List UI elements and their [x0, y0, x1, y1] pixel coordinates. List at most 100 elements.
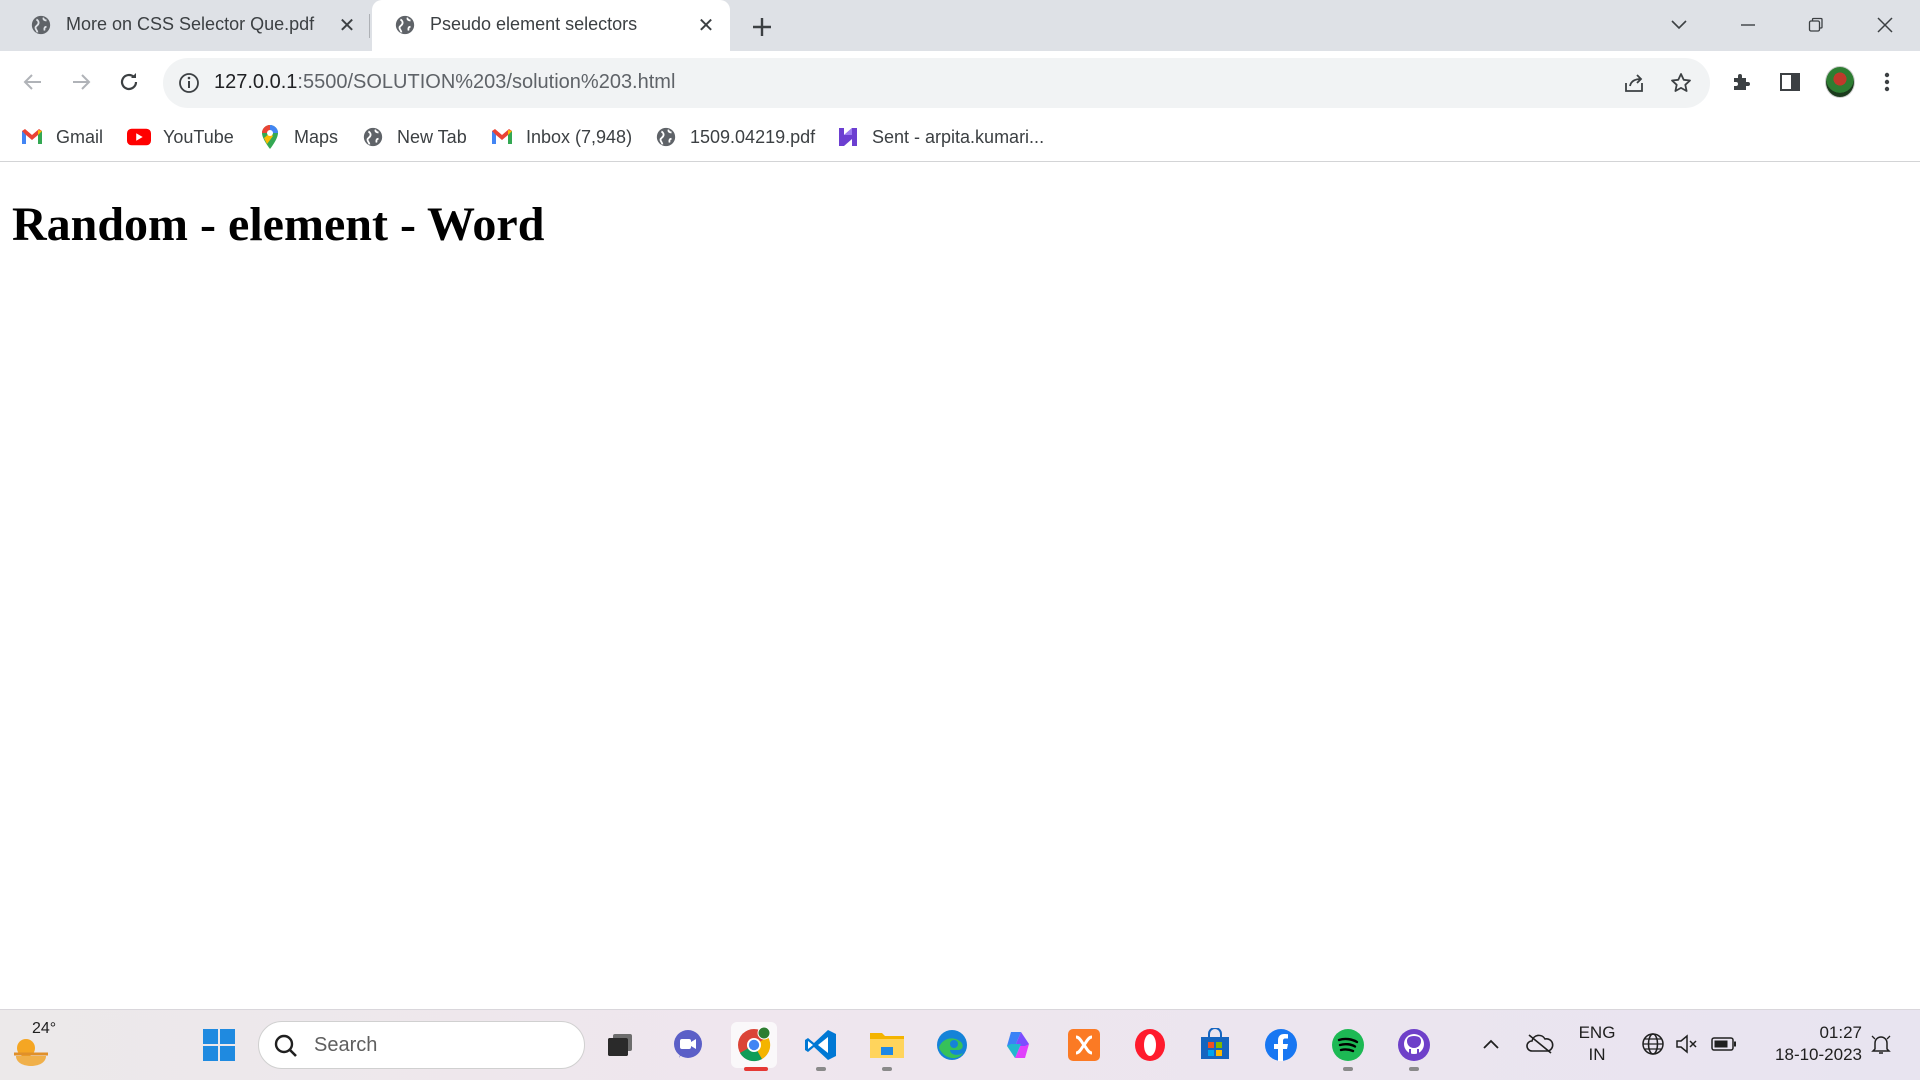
url-text[interactable]: 127.0.0.1:5500/SOLUTION%203/solution%203…: [214, 71, 675, 94]
arrow-left-icon: [23, 74, 41, 90]
bookmark-inbox[interactable]: Inbox (7,948): [490, 122, 632, 152]
task-view-button[interactable]: [597, 1022, 643, 1068]
star-icon: [1671, 73, 1691, 92]
language-code: ENG: [1578, 1023, 1616, 1042]
facebook-icon: [1265, 1029, 1297, 1061]
opera-icon: [1135, 1029, 1165, 1061]
taskbar-app-spotify[interactable]: [1325, 1022, 1371, 1071]
bookmark-label: Maps: [294, 126, 339, 147]
new-tab-button[interactable]: [748, 13, 776, 41]
bookmark-new-tab[interactable]: New Tab: [361, 122, 467, 152]
taskbar-app-meet[interactable]: [665, 1022, 711, 1068]
gmail-icon: [490, 125, 514, 149]
close-tab-icon[interactable]: ✕: [335, 13, 359, 37]
bookmark-gmail[interactable]: Gmail: [20, 122, 103, 152]
tab-strip: More on CSS Selector Que.pdf ✕ Pseudo el…: [0, 0, 1920, 51]
taskbar-app-opera[interactable]: [1127, 1022, 1173, 1068]
weather-widget[interactable]: 24°: [12, 1020, 62, 1070]
arrow-right-icon: [73, 74, 91, 90]
bookmark-label: Sent - arpita.kumari...: [872, 126, 1045, 147]
address-bar[interactable]: 127.0.0.1:5500/SOLUTION%203/solution%203…: [163, 58, 1710, 108]
bookmark-pdf[interactable]: 1509.04219.pdf: [654, 122, 815, 152]
taskbar-app-microsoft-store[interactable]: [1192, 1022, 1238, 1068]
weather-temp: 24°: [32, 1020, 57, 1037]
side-panel-button[interactable]: [1773, 65, 1807, 99]
close-tab-icon[interactable]: ✕: [694, 13, 718, 37]
share-button[interactable]: [1620, 69, 1648, 97]
vscode-icon: [805, 1030, 836, 1060]
chevron-up-icon: [1483, 1039, 1499, 1049]
cloud-offline-icon: [1526, 1034, 1554, 1054]
active-app-indicator: [744, 1067, 768, 1071]
weather-icon: [14, 1039, 48, 1066]
volume-tray[interactable]: [1672, 1026, 1702, 1062]
notification-bell-icon: [1871, 1035, 1891, 1054]
tab-pseudo-element-selectors[interactable]: Pseudo element selectors ✕: [372, 0, 730, 51]
chrome-icon: [738, 1027, 771, 1062]
search-icon: [274, 1034, 297, 1057]
url-path: :5500/SOLUTION%203/solution%203.html: [297, 71, 676, 93]
language-indicator[interactable]: ENG IN: [1572, 1022, 1622, 1066]
tab-more-on-css-selector[interactable]: More on CSS Selector Que.pdf ✕: [8, 0, 368, 51]
bookmark-sent[interactable]: Sent - arpita.kumari...: [836, 122, 1044, 152]
tab-separator: [369, 14, 370, 38]
taskbar-app-xampp[interactable]: [1061, 1022, 1107, 1068]
gmail-icon: [20, 125, 44, 149]
taskbar-app-file-explorer[interactable]: [864, 1022, 910, 1071]
bookmark-label: 1509.04219.pdf: [690, 126, 816, 147]
extensions-button[interactable]: [1725, 65, 1759, 99]
running-indicator: [816, 1067, 826, 1071]
clock-date: 18-10-2023: [1775, 1045, 1862, 1064]
bookmark-label: Inbox (7,948): [526, 126, 633, 147]
bookmarks-bar: Gmail YouTube Maps New Tab Inbox (7,948)…: [0, 114, 1920, 162]
close-window-button[interactable]: [1870, 10, 1900, 40]
notifications-button[interactable]: [1866, 1026, 1896, 1062]
bookmark-maps[interactable]: Maps: [258, 122, 338, 152]
meet-chat-icon: [674, 1030, 702, 1058]
close-icon: [1877, 17, 1893, 33]
onedrive-tray[interactable]: [1522, 1026, 1558, 1062]
taskbar-app-copilot[interactable]: [995, 1022, 1041, 1068]
taskbar-app-vscode[interactable]: [798, 1022, 844, 1071]
running-indicator: [1409, 1067, 1419, 1071]
running-indicator: [1343, 1067, 1353, 1071]
taskbar-app-facebook[interactable]: [1258, 1022, 1304, 1068]
share-icon: [1625, 74, 1643, 92]
browser-toolbar: 127.0.0.1:5500/SOLUTION%203/solution%203…: [0, 51, 1920, 114]
bookmark-label: YouTube: [163, 126, 234, 147]
bookmark-youtube[interactable]: YouTube: [127, 122, 234, 152]
plus-icon: [753, 18, 771, 36]
taskbar-app-github-desktop[interactable]: [1391, 1022, 1437, 1071]
restore-button[interactable]: [1801, 10, 1831, 40]
tab-title: Pseudo element selectors: [430, 14, 638, 34]
mail-app-icon: [836, 125, 860, 149]
minimize-button[interactable]: [1733, 10, 1763, 40]
task-view-icon: [608, 1034, 632, 1056]
battery-tray[interactable]: [1708, 1026, 1740, 1062]
tab-search-button[interactable]: [1664, 10, 1694, 40]
back-button[interactable]: [16, 65, 50, 99]
github-desktop-icon: [1398, 1029, 1430, 1061]
reload-button[interactable]: [112, 65, 146, 99]
info-icon[interactable]: [177, 71, 201, 95]
url-host: 127.0.0.1: [214, 71, 298, 93]
windows-logo-icon: [203, 1029, 235, 1061]
chrome-menu-button[interactable]: [1870, 65, 1904, 99]
minimize-icon: [1741, 24, 1755, 26]
taskbar-app-edge[interactable]: [929, 1022, 975, 1068]
windows-taskbar: 24° Search ENG IN 01:27 18-10-2023: [0, 1009, 1920, 1080]
globe-icon: [395, 15, 415, 35]
network-tray[interactable]: [1638, 1026, 1668, 1062]
start-button[interactable]: [196, 1022, 242, 1068]
volume-muted-icon: [1676, 1034, 1697, 1054]
bookmark-star-button[interactable]: [1667, 69, 1695, 97]
reload-icon: [120, 73, 138, 91]
forward-button[interactable]: [64, 65, 98, 99]
taskbar-app-chrome[interactable]: [731, 1022, 777, 1071]
taskbar-clock[interactable]: 01:27 18-10-2023: [1752, 1022, 1862, 1066]
search-placeholder: Search: [314, 1034, 378, 1056]
taskbar-search[interactable]: Search: [258, 1021, 585, 1069]
running-indicator: [882, 1067, 892, 1071]
profile-avatar[interactable]: [1825, 66, 1855, 98]
show-hidden-icons-button[interactable]: [1478, 1026, 1504, 1062]
